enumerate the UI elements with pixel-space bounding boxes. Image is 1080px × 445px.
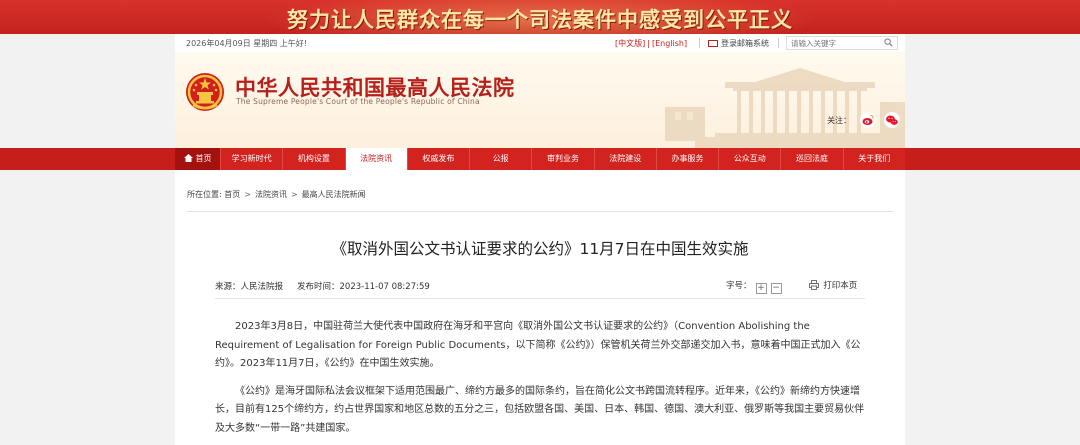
article-paragraph: 《公约》是海牙国际私法会议框架下适用范围最广、缔约方最多的国际条约，旨在简化公文… xyxy=(215,385,865,434)
article-body: 2023年3月8日，中国驻荷兰大使代表中国政府在海牙和平宫向《取消外国公文书认证… xyxy=(215,318,865,445)
nav-item-court-news[interactable]: 法院资讯 xyxy=(345,148,408,170)
nav-item-label: 巡回法庭 xyxy=(796,154,829,163)
mail-icon xyxy=(708,40,718,47)
divider xyxy=(699,38,700,48)
nav-item-label: 学习新时代 xyxy=(231,154,272,163)
article-title: 《取消外国公文书认证要求的公约》11月7日在中国生效实施 xyxy=(331,240,749,258)
breadcrumb-link-news[interactable]: 法院资讯 xyxy=(255,190,287,199)
nav-item-organization[interactable]: 机构设置 xyxy=(283,148,346,170)
mail-login-link[interactable]: 登录邮箱系统 xyxy=(708,38,769,49)
nav-item-label: 机构设置 xyxy=(297,154,330,163)
weibo-icon[interactable] xyxy=(860,112,876,128)
nav-item-label: 法院资讯 xyxy=(360,154,393,163)
nav-item-gazette[interactable]: 公报 xyxy=(470,148,533,170)
divider xyxy=(778,38,779,48)
breadcrumb-separator: > xyxy=(244,190,251,199)
breadcrumb: 所在位置: 首页 > 法院资讯 > 最高人民法院新闻 xyxy=(187,189,366,200)
font-decrease-button[interactable]: − xyxy=(770,283,782,294)
article-paragraph: 2023年3月8日，中国驻荷兰大使代表中国政府在海牙和平宫向《取消外国公文书认证… xyxy=(215,321,861,369)
print-button[interactable]: 打印本页 xyxy=(809,280,858,291)
search-box xyxy=(786,36,898,50)
lang-chinese-link[interactable]: [中文版] xyxy=(615,39,645,48)
search-input[interactable] xyxy=(787,37,877,49)
nav-item-releases[interactable]: 权威发布 xyxy=(408,148,471,170)
nav-item-services[interactable]: 办事服务 xyxy=(657,148,720,170)
nav-item-court-building[interactable]: 法院建设 xyxy=(595,148,657,170)
nav-item-label: 办事服务 xyxy=(671,154,704,163)
search-icon[interactable] xyxy=(884,38,893,47)
nav-item-label: 首页 xyxy=(195,154,212,163)
divider xyxy=(215,298,865,299)
home-icon xyxy=(183,154,193,162)
site-title-english: The Supreme People's Court of the People… xyxy=(236,97,480,106)
divider xyxy=(187,211,893,212)
font-size-label: 字号： xyxy=(726,281,752,291)
language-switch: [中文版] | [English] xyxy=(615,39,688,48)
current-date: 2026年04月09日 星期四 上午好! xyxy=(186,39,308,48)
font-increase-button[interactable]: + xyxy=(755,283,767,294)
nav-item-label: 权威发布 xyxy=(422,154,455,163)
banner-slogan: 努力让人民群众在每一个司法案件中感受到公平正义 xyxy=(287,7,793,32)
breadcrumb-prefix: 所在位置: xyxy=(187,190,222,199)
nav-item-trial-business[interactable]: 审判业务 xyxy=(532,148,595,170)
main-nav-bar: 首页 学习新时代 机构设置 法院资讯 权威发布 公报 审判业务 法院建设 办事服… xyxy=(0,148,1080,170)
national-emblem-icon xyxy=(186,73,224,111)
article-source: 来源：人民法院报 xyxy=(215,282,284,292)
printer-icon xyxy=(809,280,820,290)
nav-item-circuit-court[interactable]: 巡回法庭 xyxy=(781,148,844,170)
article-container: 所在位置: 首页 > 法院资讯 > 最高人民法院新闻 《取消外国公文书认证要求的公约》1… xyxy=(175,170,905,445)
top-banner: 努力让人民群众在每一个司法案件中感受到公平正义 xyxy=(0,0,1080,34)
article-tools: 字号： + − 打印本页 xyxy=(726,279,857,294)
article-meta: 来源：人民法院报 发布时间：2023-11-07 08:27:59 xyxy=(215,280,430,292)
main-nav: 首页 学习新时代 机构设置 法院资讯 权威发布 公报 审判业务 法院建设 办事服… xyxy=(175,148,905,170)
nav-item-label: 公众互动 xyxy=(733,154,766,163)
nav-item-label: 关于我们 xyxy=(858,154,891,163)
breadcrumb-link-home[interactable]: 首页 xyxy=(224,190,240,199)
nav-item-home[interactable]: 首页 xyxy=(175,148,221,170)
court-building-illustration xyxy=(665,68,905,148)
follow-label: 关注： xyxy=(827,116,851,125)
nav-item-label: 公报 xyxy=(492,154,509,163)
nav-item-study[interactable]: 学习新时代 xyxy=(221,148,284,170)
nav-item-about[interactable]: 关于我们 xyxy=(844,148,905,170)
lang-english-link[interactable]: [English] xyxy=(652,39,687,48)
wechat-icon[interactable] xyxy=(884,112,900,128)
article-publish-time: 发布时间：2023-11-07 08:27:59 xyxy=(297,282,430,292)
nav-item-interaction[interactable]: 公众互动 xyxy=(719,148,782,170)
mail-login-label: 登录邮箱系统 xyxy=(721,39,769,48)
site-header: 中华人民共和国最高人民法院 The Supreme People's Court… xyxy=(175,52,905,148)
print-label: 打印本页 xyxy=(823,281,858,291)
nav-item-label: 审判业务 xyxy=(546,154,579,163)
breadcrumb-link-spc-news[interactable]: 最高人民法院新闻 xyxy=(302,190,366,199)
utility-bar: 2026年04月09日 星期四 上午好! [中文版] | [English] 登录邮… xyxy=(175,34,905,52)
nav-item-label: 法院建设 xyxy=(609,154,642,163)
breadcrumb-separator: > xyxy=(290,190,298,199)
